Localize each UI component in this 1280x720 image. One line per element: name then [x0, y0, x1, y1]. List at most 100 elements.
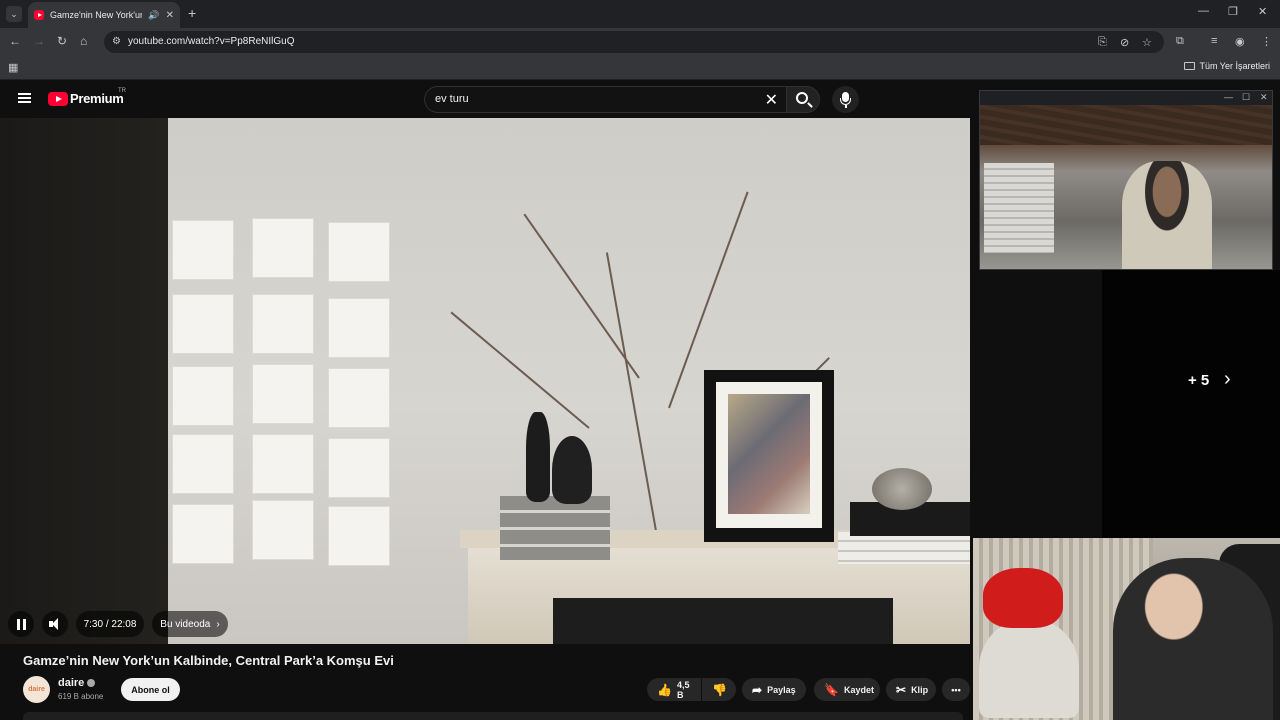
tab-audio-icon[interactable]: 🔊	[148, 10, 159, 21]
all-bookmarks-button[interactable]: Tüm Yer İşaretleri	[1184, 61, 1270, 71]
chevron-right-icon[interactable]: ›	[1224, 368, 1231, 391]
streamer-person	[1113, 558, 1273, 720]
video-title: Gamze’nin New York’un Kalbinde, Central …	[23, 653, 394, 668]
tracking-protection-icon[interactable]: ⊘	[1120, 36, 1129, 49]
browser-toolbar: ← → ↻ ⌂ ⚙ youtube.com/watch?v=Pp8ReNIlGu…	[0, 28, 1280, 56]
new-tab-button[interactable]: +	[188, 5, 196, 21]
time-display: 7:30 / 22:08	[76, 611, 144, 637]
divider-panel	[252, 500, 314, 560]
video-letterbox	[0, 118, 168, 644]
channel-avatar[interactable]: daire	[23, 676, 50, 703]
bookmarks-bar: ▦ Tüm Yer İşaretleri	[0, 56, 1280, 80]
reading-list-icon[interactable]: ≡	[1211, 35, 1217, 47]
url-text[interactable]: youtube.com/watch?v=Pp8ReNIlGuQ	[128, 36, 294, 47]
install-app-icon[interactable]: ⎘	[1098, 36, 1107, 49]
youtube-logo-icon[interactable]	[48, 92, 68, 106]
search-input[interactable]	[435, 93, 735, 105]
video-player[interactable]: 7:30 / 22:08 Bu videoda ›	[0, 118, 970, 644]
divider-panel	[328, 438, 390, 498]
divider-panel	[328, 506, 390, 566]
share-label: Paylaş	[767, 684, 796, 695]
reload-icon[interactable]: ↻	[57, 34, 67, 48]
like-button[interactable]: 👍 4,5 B	[647, 678, 701, 701]
clear-search-icon[interactable]: ✕	[765, 90, 778, 110]
mute-button[interactable]	[42, 611, 68, 637]
wood-ceiling	[980, 105, 1272, 145]
profile-avatar-icon[interactable]: ◉	[1235, 35, 1245, 48]
divider-panel	[252, 434, 314, 494]
folder-icon	[1184, 62, 1196, 70]
share-button[interactable]: ➦ Paylaş	[742, 678, 806, 701]
branch	[450, 311, 590, 429]
video-frame[interactable]	[168, 118, 970, 644]
clip-button[interactable]: ✂ Klip	[886, 678, 936, 701]
tab-title: Gamze'nin New York'un Kalbinde	[50, 10, 143, 20]
subscribe-button[interactable]: Abone ol	[121, 678, 180, 701]
dislike-button[interactable]: 👎	[702, 678, 736, 701]
more-items-count[interactable]: + 5	[1188, 372, 1209, 389]
microphone-stand	[840, 98, 851, 105]
tab-search-icon[interactable]: ⌄	[6, 6, 22, 22]
plush-toy-red	[983, 568, 1063, 628]
pause-icon	[16, 618, 26, 630]
tall-vase	[526, 412, 550, 502]
thumbs-up-icon: 👍	[657, 682, 672, 697]
site-info-icon[interactable]: ⚙	[112, 36, 121, 47]
decorative-object	[872, 468, 932, 510]
more-actions-button[interactable]: •••	[942, 678, 970, 701]
webcam-window-top[interactable]: — ☐ ✕	[979, 90, 1273, 270]
description-panel-edge	[23, 712, 963, 720]
share-icon: ➦	[752, 682, 763, 697]
channel-name-text[interactable]: daire	[58, 677, 84, 689]
address-bar[interactable]: ⚙ youtube.com/watch?v=Pp8ReNIlGuQ ⎘ ⊘ ☆	[104, 31, 1164, 53]
save-button[interactable]: 🔖 Kaydet	[814, 678, 880, 701]
all-bookmarks-label: Tüm Yer İşaretleri	[1199, 61, 1270, 71]
pause-button[interactable]	[8, 611, 34, 637]
channel-name[interactable]: daire	[58, 677, 96, 689]
voice-search-button[interactable]	[832, 86, 859, 113]
extensions-icon[interactable]: ⧉	[1176, 35, 1184, 48]
chapters-label: Bu videoda	[160, 618, 211, 630]
window-blind	[984, 163, 1054, 253]
divider-panel	[172, 366, 234, 426]
divider-panel	[328, 298, 390, 358]
plush-toy-white	[979, 618, 1079, 718]
search-button[interactable]	[786, 86, 820, 113]
verified-icon	[87, 679, 96, 688]
region-code: TR	[118, 88, 126, 94]
streamer-person	[1122, 161, 1212, 269]
search-icon	[796, 92, 808, 104]
divider-panel	[172, 294, 234, 354]
save-label: Kaydet	[843, 684, 874, 695]
webcam-maximize-icon[interactable]: ☐	[1242, 92, 1250, 103]
divider-panel	[328, 222, 390, 282]
webcam-feed-top	[980, 105, 1272, 269]
divider-panel	[252, 294, 314, 354]
webcam-window-titlebar[interactable]: — ☐ ✕	[980, 91, 1272, 105]
webcam-close-icon[interactable]: ✕	[1260, 92, 1268, 103]
forward-icon[interactable]: →	[33, 34, 45, 48]
home-icon[interactable]: ⌂	[80, 34, 87, 48]
youtube-brand[interactable]: Premium	[70, 91, 124, 106]
round-vase	[552, 436, 592, 504]
divider-panel	[328, 368, 390, 428]
menu-icon[interactable]	[18, 93, 31, 103]
book-stack	[500, 496, 610, 560]
clip-label: Klip	[911, 684, 929, 695]
tab-close-icon[interactable]: ✕	[166, 10, 174, 21]
browser-tab-active[interactable]: Gamze'nin New York'un Kalbinde 🔊 ✕	[28, 2, 180, 28]
window-close-button[interactable]: ✕	[1258, 5, 1267, 18]
chapters-button[interactable]: Bu videoda ›	[152, 611, 228, 637]
divider-panel	[172, 504, 234, 564]
microphone-base	[845, 105, 847, 108]
apps-grid-icon[interactable]: ▦	[8, 61, 18, 74]
browser-menu-icon[interactable]: ⋮	[1261, 35, 1272, 48]
window-restore-button[interactable]: ❐	[1228, 5, 1238, 18]
bookmark-icon: 🔖	[824, 682, 839, 697]
bookmark-star-icon[interactable]: ☆	[1142, 36, 1152, 49]
back-icon[interactable]: ←	[9, 34, 21, 48]
webcam-minimize-icon[interactable]: —	[1224, 92, 1233, 102]
window-minimize-button[interactable]: —	[1198, 5, 1209, 17]
book-stack-right	[838, 532, 970, 564]
divider-panel	[252, 218, 314, 278]
